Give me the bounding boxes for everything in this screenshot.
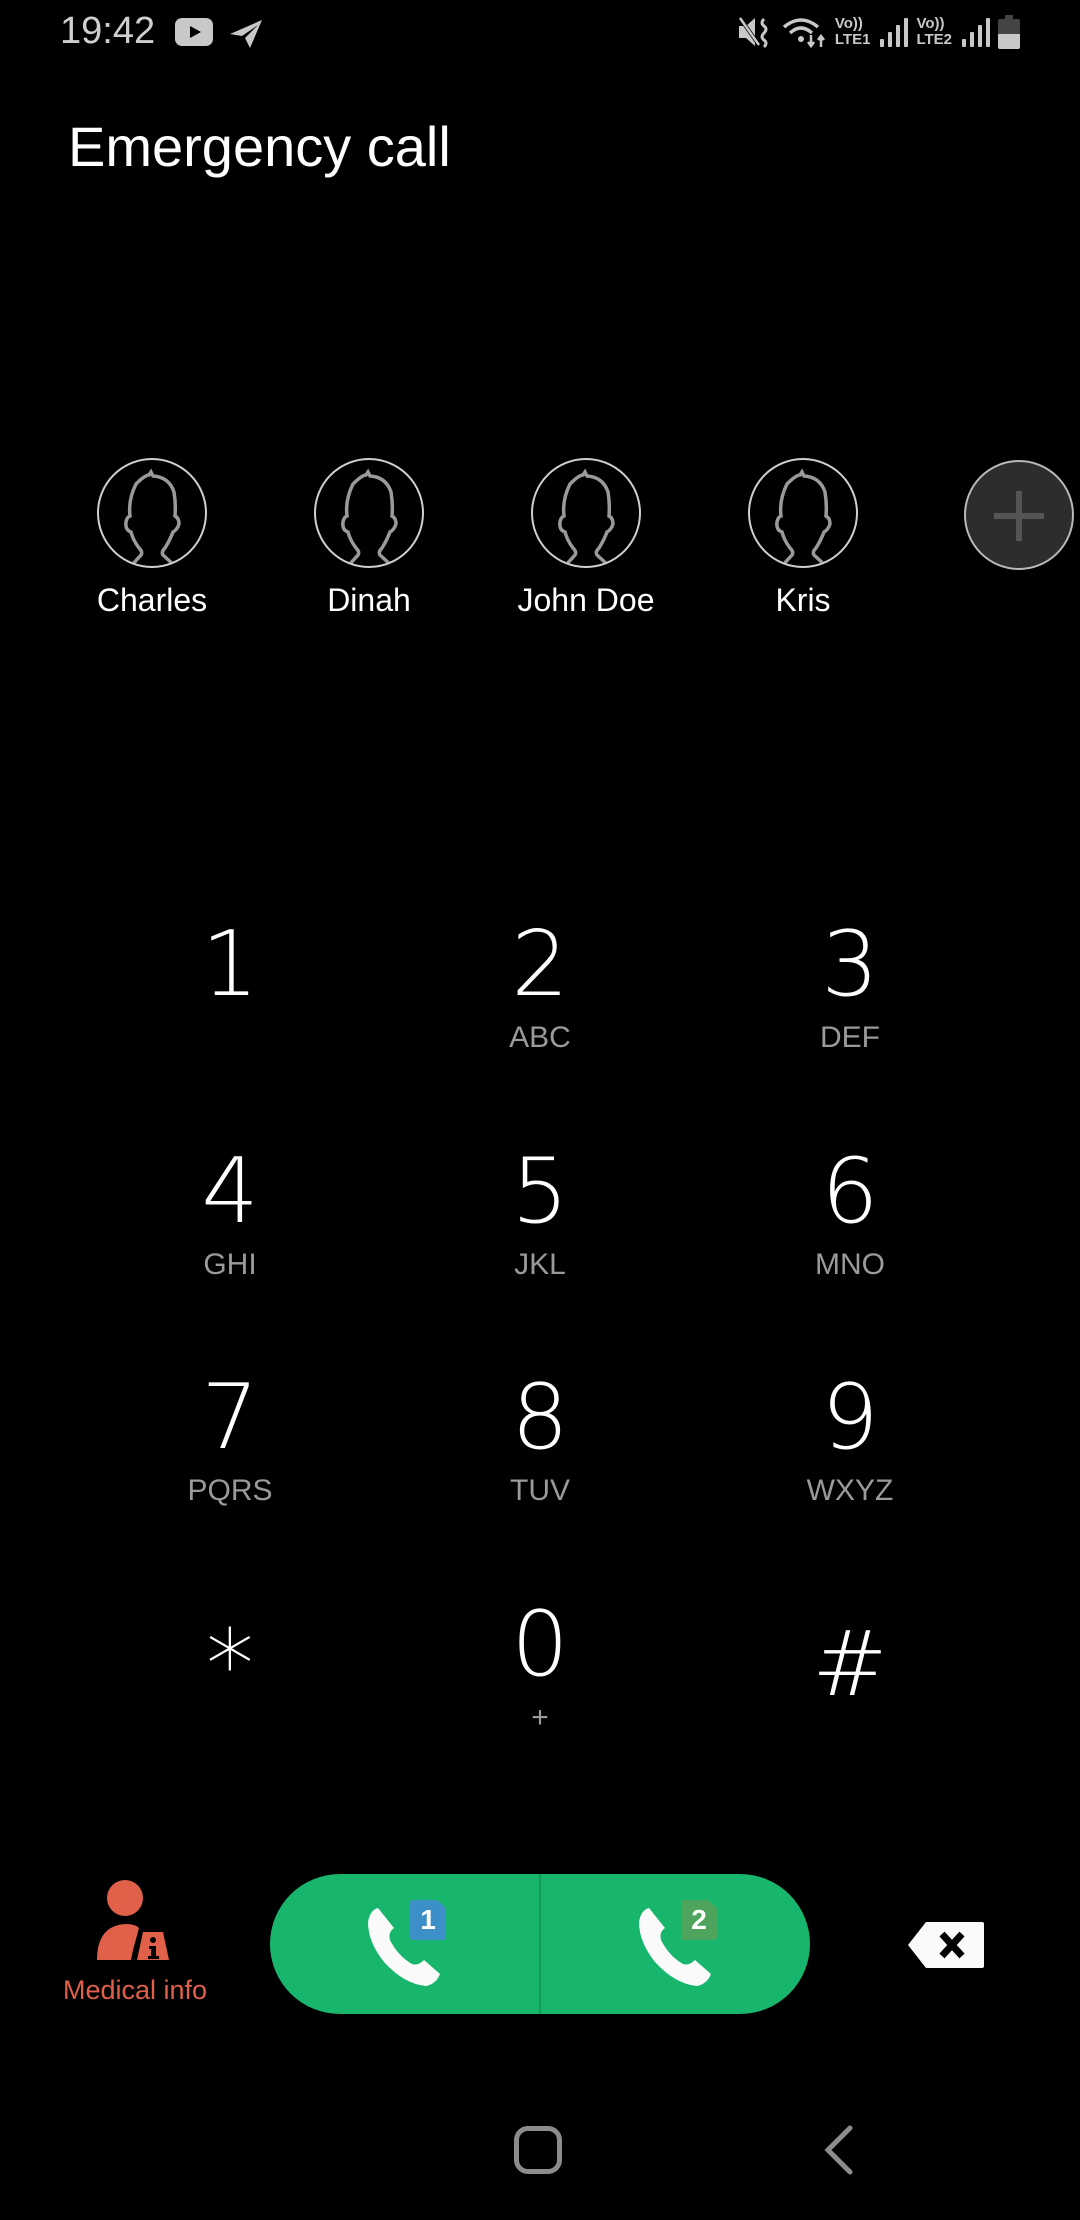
key-digit: 9 xyxy=(821,1365,879,1470)
mute-vibrate-icon xyxy=(738,16,768,49)
backspace-icon[interactable] xyxy=(906,1920,986,1970)
key-digit: 1 xyxy=(201,912,259,1017)
key-digit: 4 xyxy=(201,1139,259,1244)
avatar-icon xyxy=(531,458,641,568)
avatar-icon xyxy=(748,458,858,568)
key-letters: MNO xyxy=(815,1248,885,1281)
key-7[interactable]: 7 PQRS xyxy=(80,1368,380,1548)
key-2[interactable]: 2 ABC xyxy=(390,915,690,1095)
key-digit: 0 xyxy=(511,1592,569,1697)
key-0[interactable]: 0 + xyxy=(390,1595,690,1775)
add-contact-button[interactable] xyxy=(964,460,1074,570)
contact-name: Dinah xyxy=(327,582,411,618)
key-digit: 8 xyxy=(511,1365,569,1470)
key-letters: WXYZ xyxy=(806,1474,894,1507)
key-letters: ABC xyxy=(509,1021,571,1054)
youtube-icon xyxy=(175,18,213,46)
signal-sim1-icon xyxy=(880,18,909,47)
volte-lte2-icon: Vo)) LTE2 xyxy=(916,16,952,48)
key-digit: * xyxy=(206,1609,254,1721)
page-title: Emergency call xyxy=(68,115,451,178)
key-digit: 2 xyxy=(511,912,569,1017)
key-4[interactable]: 4 GHI xyxy=(80,1142,380,1322)
status-bar: 19:42 Vo)) LTE1 Vo)) LTE2 xyxy=(0,0,1080,64)
medical-info-button[interactable]: Medical info xyxy=(40,1880,230,2006)
key-digit: 5 xyxy=(511,1139,569,1244)
medical-info-icon xyxy=(97,1880,169,1960)
contact-item[interactable]: Kris xyxy=(703,458,903,619)
contact-name: Kris xyxy=(775,582,831,618)
key-letters: JKL xyxy=(514,1248,566,1281)
key-digit: # xyxy=(812,1612,888,1717)
back-icon[interactable] xyxy=(820,2124,860,2176)
key-6[interactable]: 6 MNO xyxy=(700,1142,1000,1322)
key-5[interactable]: 5 JKL xyxy=(390,1142,690,1322)
key-letters: TUV xyxy=(510,1474,570,1507)
key-letters: + xyxy=(531,1701,549,1734)
sim1-badge: 1 xyxy=(410,1900,446,1940)
contact-item[interactable]: Dinah xyxy=(269,458,469,619)
key-3[interactable]: 3 DEF xyxy=(700,915,1000,1095)
contact-name: John Doe xyxy=(517,582,655,618)
key-letters: GHI xyxy=(203,1248,257,1281)
contact-name: Charles xyxy=(96,582,208,618)
call-buttons: 1 2 xyxy=(270,1874,810,2014)
key-letters: PQRS xyxy=(187,1474,273,1507)
status-time: 19:42 xyxy=(60,10,156,52)
sim2-badge: 2 xyxy=(681,1900,717,1940)
emergency-contacts-row: Charles Dinah John Doe Kris xyxy=(0,458,1080,628)
key-digit: 3 xyxy=(821,912,879,1017)
call-sim2-button[interactable]: 2 xyxy=(541,1874,810,2014)
system-icons: Vo)) LTE1 Vo)) LTE2 xyxy=(737,12,1020,52)
contact-item[interactable]: Charles xyxy=(52,458,252,619)
key-letters: DEF xyxy=(820,1021,880,1054)
lte2-label: LTE2 xyxy=(916,31,952,48)
key-9[interactable]: 9 WXYZ xyxy=(700,1368,1000,1548)
contact-item[interactable]: John Doe xyxy=(486,458,686,619)
medical-info-label: Medical info xyxy=(62,1975,208,2005)
key-star[interactable]: * xyxy=(80,1615,380,1795)
key-digit: 6 xyxy=(821,1139,879,1244)
key-hash[interactable]: # xyxy=(700,1615,1000,1795)
key-1[interactable]: 1 xyxy=(80,915,380,1095)
call-sim1-button[interactable]: 1 xyxy=(270,1874,541,2014)
signal-sim2-icon xyxy=(962,18,990,47)
volte2-label: Vo)) xyxy=(916,15,945,32)
avatar-icon xyxy=(97,458,207,568)
telegram-icon xyxy=(230,20,262,48)
battery-icon xyxy=(998,15,1020,49)
volte1-label: Vo)) xyxy=(834,15,863,32)
volte-lte1-icon: Vo)) LTE1 xyxy=(835,16,871,48)
avatar-icon xyxy=(314,458,424,568)
wifi-icon xyxy=(782,18,825,49)
key-8[interactable]: 8 TUV xyxy=(390,1368,690,1548)
home-icon[interactable] xyxy=(514,2126,562,2174)
lte1-label: LTE1 xyxy=(834,31,871,48)
key-digit: 7 xyxy=(201,1365,259,1470)
